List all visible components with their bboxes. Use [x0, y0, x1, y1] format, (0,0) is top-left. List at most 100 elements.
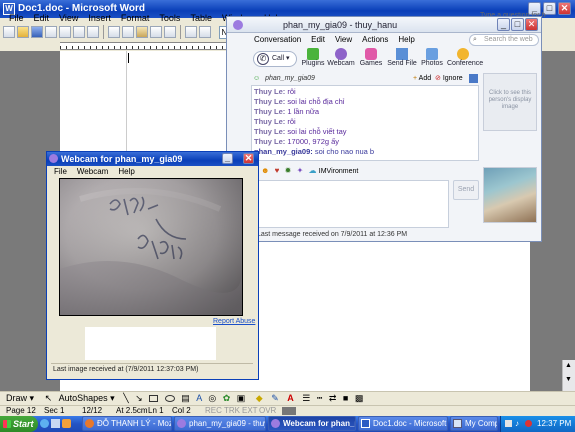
webcam-titlebar[interactable]: Webcam for phan_my_gia09 _ ✕: [47, 152, 258, 166]
diagram-icon[interactable]: ◎: [208, 393, 216, 403]
report-abuse-link[interactable]: Report Abuse: [213, 318, 255, 325]
status-ovr[interactable]: OVR: [259, 406, 276, 416]
menu-webcam[interactable]: Webcam: [72, 167, 113, 177]
menu-actions[interactable]: Actions: [357, 35, 393, 45]
audible-icon[interactable]: ♥: [275, 166, 280, 175]
menu-help[interactable]: Help: [113, 167, 139, 177]
games-button[interactable]: Games: [357, 48, 385, 67]
menu-view[interactable]: View: [330, 35, 357, 45]
rectangle-tool-icon[interactable]: [149, 395, 159, 403]
conference-button[interactable]: Conference: [447, 48, 483, 67]
taskbar-button-firefox[interactable]: ĐỖ THANH LÝ - Mozilla Fi...: [82, 416, 172, 431]
textbox-tool-icon[interactable]: ▤: [181, 393, 190, 403]
plugins-button[interactable]: Plugins: [299, 48, 327, 67]
close-button[interactable]: ✕: [525, 18, 538, 31]
status-trk[interactable]: TRK: [224, 406, 240, 416]
arrow-tool-icon[interactable]: ↘: [135, 393, 143, 403]
status-rec[interactable]: REC: [205, 406, 222, 416]
send-button[interactable]: Send: [453, 180, 479, 200]
menu-file[interactable]: File: [49, 167, 72, 177]
maximize-button[interactable]: □: [511, 18, 524, 31]
line-tool-icon[interactable]: ╲: [123, 393, 128, 403]
security-icon[interactable]: [525, 420, 532, 427]
close-button[interactable]: ✕: [243, 153, 254, 164]
3d-icon[interactable]: ▩: [355, 393, 364, 403]
columns-icon[interactable]: [199, 26, 211, 38]
call-button[interactable]: ✆ Call ▾: [253, 51, 297, 67]
menu-conversation[interactable]: Conversation: [249, 35, 306, 45]
undo-icon[interactable]: [150, 26, 162, 38]
photos-button[interactable]: Photos: [419, 48, 445, 67]
show-desktop-icon[interactable]: [51, 419, 60, 428]
menu-help[interactable]: Help: [393, 35, 419, 45]
print-preview-icon[interactable]: [73, 26, 85, 38]
taskbar-button-my-computer[interactable]: My Computer: [450, 416, 498, 431]
save-icon[interactable]: [31, 26, 43, 38]
chat-history[interactable]: Thuy Le: rôi Thuy Le: soi lai chỗ địa ch…: [251, 85, 479, 161]
message-input[interactable]: [251, 180, 449, 228]
redo-icon[interactable]: [164, 26, 176, 38]
taskbar-button-word[interactable]: Doc1.doc - Microsoft Word: [358, 416, 448, 431]
volume-icon[interactable]: ♪: [515, 419, 519, 428]
horizontal-ruler[interactable]: [60, 42, 250, 50]
ignore-button[interactable]: ⊘ Ignore: [435, 73, 463, 85]
doodle-icon[interactable]: ✦: [297, 166, 304, 175]
menu-format[interactable]: Format: [116, 12, 155, 24]
line-style-icon[interactable]: ☰: [302, 393, 310, 403]
close-button[interactable]: ✕: [558, 2, 571, 15]
menu-view[interactable]: View: [54, 12, 83, 24]
open-folder-icon[interactable]: [17, 26, 29, 38]
menu-edit[interactable]: Edit: [29, 12, 55, 24]
imvironment-label[interactable]: IMVironment: [319, 168, 359, 175]
new-document-icon[interactable]: [3, 26, 15, 38]
oval-tool-icon[interactable]: [164, 395, 175, 403]
table-icon[interactable]: [185, 26, 197, 38]
menu-edit[interactable]: Edit: [306, 35, 330, 45]
menu-file[interactable]: File: [4, 12, 29, 24]
minimize-button[interactable]: _: [222, 153, 233, 164]
autoshapes-menu[interactable]: AutoShapes: [59, 393, 108, 403]
send-file-button[interactable]: Send File: [387, 48, 417, 67]
menu-table[interactable]: Table: [185, 12, 217, 24]
wordart-icon[interactable]: A: [196, 393, 202, 403]
network-icon[interactable]: [505, 420, 512, 427]
select-objects-icon[interactable]: ↖: [45, 393, 53, 403]
webcam-button[interactable]: Webcam: [327, 48, 355, 67]
clipart-icon[interactable]: ✿: [223, 393, 231, 403]
copy-icon[interactable]: [122, 26, 134, 38]
contact-display-image[interactable]: Click to see this person's display image: [483, 73, 537, 131]
menu-tools[interactable]: Tools: [154, 12, 185, 24]
web-search-box[interactable]: ⌕ Search the web: [469, 34, 539, 46]
my-display-image[interactable]: [483, 167, 537, 223]
cut-icon[interactable]: [108, 26, 120, 38]
line-color-icon[interactable]: ✎: [271, 393, 279, 403]
nudge-icon[interactable]: ✹: [285, 166, 292, 175]
paste-icon[interactable]: [136, 26, 148, 38]
dash-style-icon[interactable]: ┅: [317, 393, 322, 403]
contact-avatar-icon[interactable]: [469, 74, 478, 83]
picture-icon[interactable]: ▣: [237, 393, 246, 403]
arrow-style-icon[interactable]: ⇄: [329, 393, 337, 403]
contact-name[interactable]: phan_my_gia09: [265, 75, 315, 82]
vertical-scrollbar[interactable]: ▲ ▼: [562, 360, 575, 391]
clock[interactable]: 12:37 PM: [537, 419, 571, 428]
messenger-titlebar[interactable]: phan_my_gia09 - thuy_hanu _ □ ✕: [227, 17, 541, 33]
taskbar-button-webcam[interactable]: Webcam for phan_m...: [268, 416, 356, 431]
shadow-icon[interactable]: ■: [343, 393, 348, 403]
spelling-icon[interactable]: [87, 26, 99, 38]
media-player-icon[interactable]: [62, 419, 71, 428]
start-button[interactable]: Start: [0, 416, 38, 432]
menu-insert[interactable]: Insert: [83, 12, 116, 24]
scroll-down-icon[interactable]: ▼: [565, 376, 572, 383]
scroll-up-icon[interactable]: ▲: [565, 362, 572, 369]
status-ext[interactable]: EXT: [242, 406, 258, 416]
add-contact-button[interactable]: + Add: [413, 73, 431, 85]
fill-color-icon[interactable]: ◆: [256, 393, 263, 403]
emoticon-icon[interactable]: ☻: [261, 166, 269, 175]
taskbar-button-messenger[interactable]: phan_my_gia09 - thuy_h...: [174, 416, 266, 431]
ie-icon[interactable]: [40, 419, 49, 428]
permission-icon[interactable]: [45, 26, 57, 38]
minimize-button[interactable]: _: [497, 18, 510, 31]
print-icon[interactable]: [59, 26, 71, 38]
font-color-icon[interactable]: A: [287, 393, 294, 403]
